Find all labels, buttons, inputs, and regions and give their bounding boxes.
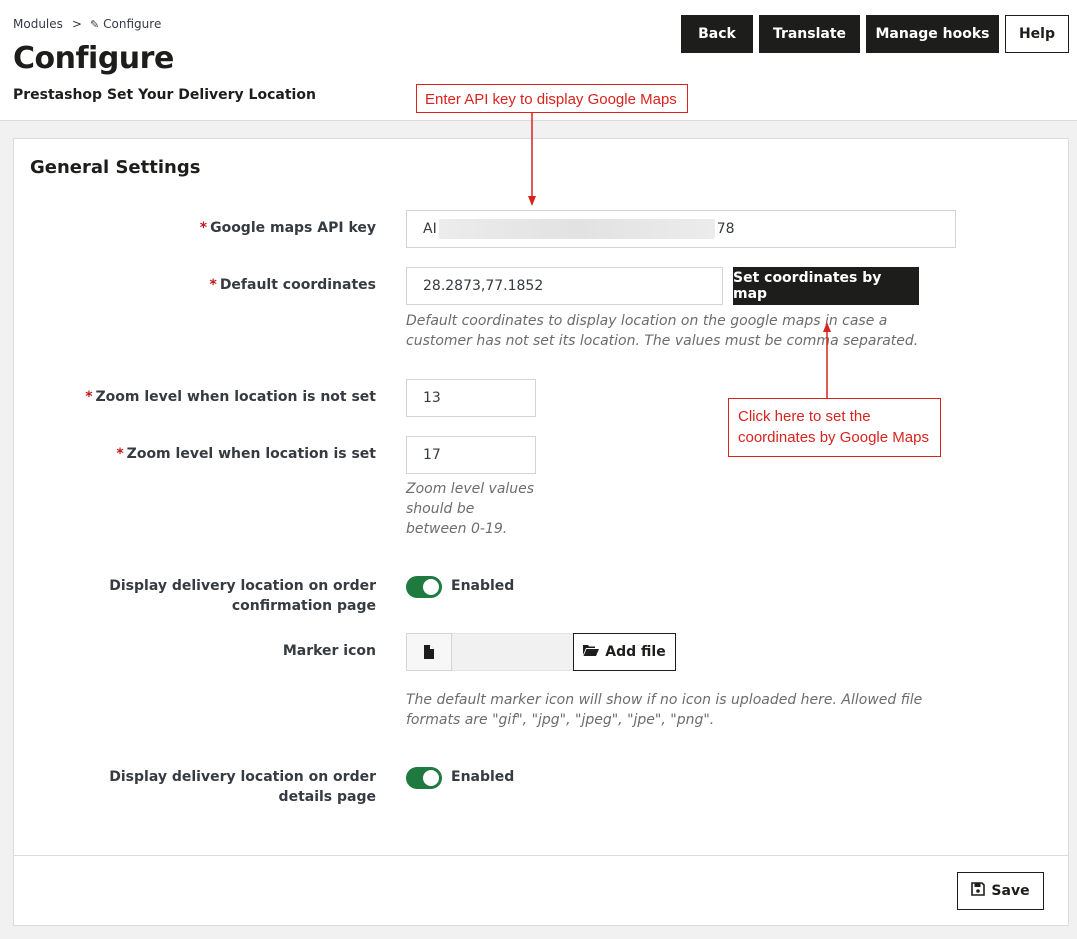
details-page-label: Display delivery location on order detai… bbox=[109, 769, 376, 805]
add-file-button[interactable]: Add file bbox=[573, 633, 676, 671]
folder-open-icon bbox=[583, 644, 600, 660]
general-settings-panel: General Settings * Google maps API key AI… bbox=[13, 138, 1069, 926]
api-key-label: * Google maps API key bbox=[199, 220, 376, 236]
breadcrumb: Modules > ✎ Configure bbox=[13, 17, 161, 31]
required-mark: * bbox=[85, 389, 93, 405]
default-coordinates-input[interactable]: 28.2873,77.1852 bbox=[406, 267, 723, 305]
default-coordinates-help: Default coordinates to display location … bbox=[406, 313, 919, 349]
confirmation-page-label: Display delivery location on order confi… bbox=[109, 578, 376, 614]
zoom-not-set-label: * Zoom level when location is not set bbox=[85, 389, 376, 405]
zoom-set-label: * Zoom level when location is set bbox=[116, 446, 376, 462]
back-button[interactable]: Back bbox=[681, 15, 753, 53]
api-key-input[interactable]: AI 78 bbox=[406, 210, 956, 248]
redacted-key bbox=[438, 219, 715, 239]
manage-hooks-button[interactable]: Manage hooks bbox=[866, 15, 999, 53]
marker-icon-help: The default marker icon will show if no … bbox=[406, 692, 923, 728]
file-icon bbox=[406, 633, 452, 671]
default-coordinates-label: * Default coordinates bbox=[209, 277, 376, 293]
zoom-not-set-input[interactable]: 13 bbox=[406, 379, 536, 417]
panel-footer-divider bbox=[14, 855, 1068, 856]
details-page-state: Enabled bbox=[451, 769, 515, 785]
required-mark: * bbox=[116, 446, 124, 462]
zoom-set-input[interactable]: 17 bbox=[406, 436, 536, 474]
translate-button[interactable]: Translate bbox=[759, 15, 860, 53]
confirmation-page-toggle[interactable] bbox=[406, 576, 442, 598]
marker-icon-label: Marker icon bbox=[282, 643, 376, 659]
floppy-disk-icon bbox=[971, 882, 986, 900]
page-title: Configure bbox=[13, 41, 174, 76]
breadcrumb-current: Configure bbox=[103, 17, 162, 31]
breadcrumb-separator: > bbox=[71, 17, 82, 31]
panel-title: General Settings bbox=[30, 157, 201, 178]
file-name-field[interactable] bbox=[452, 633, 574, 671]
required-mark: * bbox=[199, 220, 208, 236]
zoom-help: Zoom level values should be between 0-19… bbox=[406, 481, 535, 537]
map-button-annotation: Click here to set the coordinates by Goo… bbox=[728, 398, 941, 457]
api-key-annotation: Enter API key to display Google Maps bbox=[416, 84, 688, 113]
wrench-icon: ✎ bbox=[89, 17, 100, 31]
module-subtitle: Prestashop Set Your Delivery Location bbox=[13, 87, 316, 103]
details-page-toggle[interactable] bbox=[406, 767, 442, 789]
save-button[interactable]: Save bbox=[957, 872, 1044, 910]
breadcrumb-modules-link[interactable]: Modules bbox=[13, 17, 63, 31]
help-button[interactable]: Help bbox=[1005, 15, 1069, 53]
confirmation-page-state: Enabled bbox=[451, 578, 515, 594]
set-coordinates-by-map-button[interactable]: Set coordinates by map bbox=[733, 267, 919, 305]
required-mark: * bbox=[209, 277, 217, 293]
